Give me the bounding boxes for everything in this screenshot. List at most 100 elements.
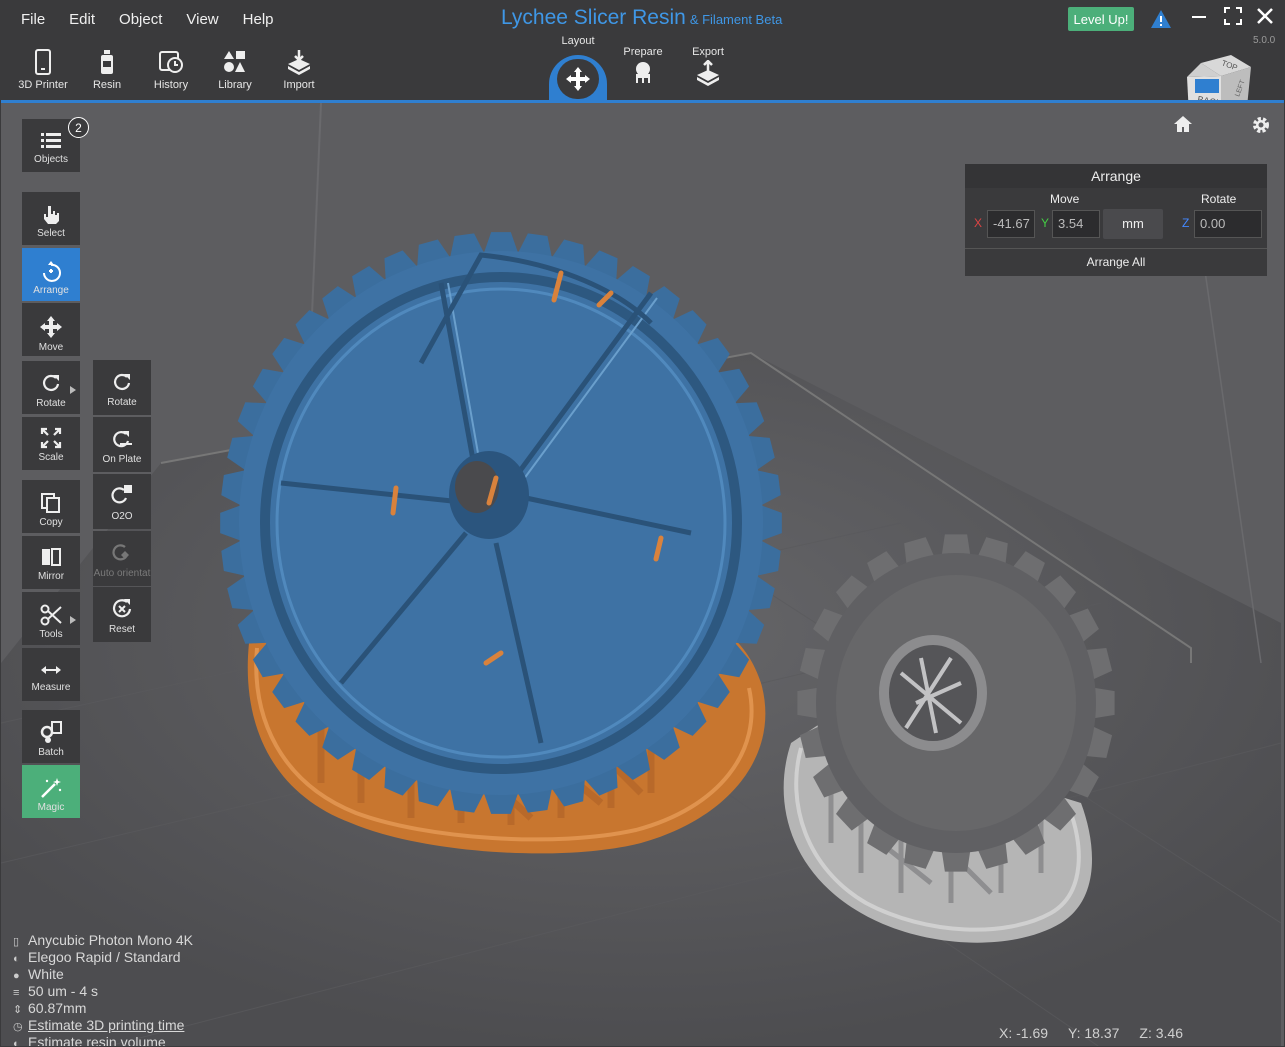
estimate-volume-link[interactable]: Estimate resin volume <box>28 1034 166 1047</box>
estimate-time-link[interactable]: Estimate 3D printing time <box>28 1017 184 1033</box>
app-subtitle: & Filament Beta <box>689 12 783 27</box>
copy-icon <box>41 493 60 513</box>
arrange-panel: Arrange Move Rotate X -41.67 Y 3.54 mm Z… <box>965 164 1267 276</box>
resin-color: White <box>28 966 64 982</box>
toolbar-library[interactable]: Library <box>203 49 267 91</box>
rotate-icon <box>43 374 60 391</box>
auto-orient-icon <box>112 544 129 561</box>
blue-gear-model[interactable] <box>220 232 782 814</box>
auto-orient-label: Auto orientat <box>93 568 151 579</box>
rotate-z-input[interactable]: 0.00 <box>1194 210 1262 238</box>
tab-layout-label[interactable]: Layout <box>548 35 608 47</box>
resin-drop-icon: ◐ <box>13 953 20 965</box>
app-title-text: Lychee Slicer Resin <box>501 6 686 29</box>
rotate-reset[interactable]: Reset <box>93 587 151 642</box>
import-icon <box>288 50 310 75</box>
toolbar-import[interactable]: Import <box>267 49 331 91</box>
info-printer: ▯ Anycubic Photon Mono 4K <box>13 933 193 950</box>
arrange-all-button[interactable]: Arrange All <box>965 248 1267 276</box>
tab-prepare-label: Prepare <box>623 46 663 58</box>
arrange-rotate-header: Rotate <box>1201 192 1237 206</box>
select-tool[interactable]: Select <box>22 192 80 245</box>
level-up-button[interactable]: Level Up! <box>1068 7 1134 31</box>
gray-gear-model[interactable] <box>797 534 1115 872</box>
mirror-tool[interactable]: Mirror <box>22 536 80 589</box>
model-height: 60.87mm <box>28 1000 87 1016</box>
rotate-label: Rotate <box>36 398 66 409</box>
resin-bottle-icon <box>101 50 113 74</box>
y-axis-label: Y <box>1041 216 1050 230</box>
scale-tool[interactable]: Scale <box>22 417 80 470</box>
maximize-button[interactable] <box>1224 7 1242 30</box>
rotate-on-plate[interactable]: On Plate <box>93 417 151 472</box>
info-estimate-volume: ◐ Estimate resin volume <box>13 1035 193 1047</box>
toolbar-label: Resin <box>92 79 122 91</box>
measure-arrows-icon <box>41 666 61 674</box>
move-arrows-icon <box>566 67 590 91</box>
move-y-input[interactable]: 3.54 <box>1052 210 1100 238</box>
reset-label: Reset <box>108 624 136 635</box>
select-label: Select <box>37 228 65 239</box>
app-window: File Edit Object View Help Lychee Slicer… <box>0 0 1285 1047</box>
measure-tool[interactable]: Measure <box>22 648 80 701</box>
unit-toggle-button[interactable]: mm <box>1103 209 1163 239</box>
move-x-input[interactable]: -41.67 <box>987 210 1035 238</box>
info-color: ● White <box>13 967 193 984</box>
cursor-z: Z: 3.46 <box>1139 1025 1184 1041</box>
library-shapes-icon <box>224 51 245 72</box>
top-bar: File Edit Object View Help Lychee Slicer… <box>1 1 1284 121</box>
copy-label: Copy <box>39 517 63 528</box>
batch-tool[interactable]: Batch <box>22 710 80 763</box>
arrange-move-header: Move <box>1050 192 1080 206</box>
magic-tool[interactable]: Magic <box>22 765 80 818</box>
move-tool[interactable]: Move <box>22 303 80 356</box>
minimize-button[interactable] <box>1191 7 1207 30</box>
x-axis-label: X <box>974 216 983 230</box>
app-title: Lychee Slicer Resin & Filament Beta <box>501 6 782 30</box>
move-icon <box>40 316 62 338</box>
measure-label: Measure <box>31 682 71 693</box>
layers-icon: ≡ <box>13 987 20 999</box>
layer-settings: 50 um - 4 s <box>28 983 99 999</box>
info-height: ⇕ 60.87mm <box>13 1001 193 1018</box>
close-button[interactable] <box>1256 7 1274 30</box>
cursor-y: Y: 18.37 <box>1068 1025 1120 1041</box>
rotate-sub-rotate[interactable]: Rotate <box>93 360 151 415</box>
clock-icon: ◷ <box>13 1021 23 1033</box>
palette-icon: ● <box>13 970 20 982</box>
tab-export[interactable]: Export <box>678 46 738 86</box>
objects-label: Objects <box>34 154 68 165</box>
toolbar-resin[interactable]: Resin <box>75 49 139 91</box>
arrange-tool[interactable]: Arrange <box>22 248 80 301</box>
tab-layout-inner <box>557 59 599 99</box>
info-resin: ◐ Elegoo Rapid / Standard <box>13 950 193 967</box>
home-view-icon[interactable] <box>1173 115 1193 138</box>
rotate-auto-orientation[interactable]: Auto orientat <box>93 531 151 586</box>
mirror-icon <box>42 548 61 566</box>
objects-count-badge: 2 <box>68 117 89 138</box>
menu-bar: File Edit Object View Help <box>21 11 298 28</box>
info-layer: ≡ 50 um - 4 s <box>13 984 193 1001</box>
rotate-o2o[interactable]: O2O <box>93 474 151 529</box>
menu-view[interactable]: View <box>186 11 218 28</box>
tab-export-label: Export <box>692 46 724 58</box>
scale-icon <box>40 427 62 449</box>
warning-icon[interactable] <box>1150 9 1172 34</box>
tab-prepare[interactable]: Prepare <box>613 46 673 84</box>
mirror-label: Mirror <box>37 571 65 582</box>
arrange-panel-title: Arrange <box>965 164 1267 188</box>
cursor-coordinates: X: -1.69 Y: 18.37 Z: 3.46 <box>999 1025 1203 1041</box>
settings-gear-icon[interactable] <box>1251 115 1271 140</box>
tools-label: Tools <box>39 629 63 640</box>
menu-file[interactable]: File <box>21 11 45 28</box>
menu-edit[interactable]: Edit <box>69 11 95 28</box>
toolbar-history[interactable]: History <box>139 49 203 91</box>
toolbar-3d-printer[interactable]: 3D Printer <box>11 49 75 91</box>
menu-help[interactable]: Help <box>243 11 274 28</box>
copy-tool[interactable]: Copy <box>22 480 80 533</box>
printer-info-panel: ▯ Anycubic Photon Mono 4K ◐ Elegoo Rapid /… <box>13 933 193 1047</box>
menu-object[interactable]: Object <box>119 11 162 28</box>
batch-label: Batch <box>38 747 64 758</box>
hand-pointer-icon <box>44 206 59 224</box>
rotate-sub-label: Rotate <box>107 397 137 408</box>
